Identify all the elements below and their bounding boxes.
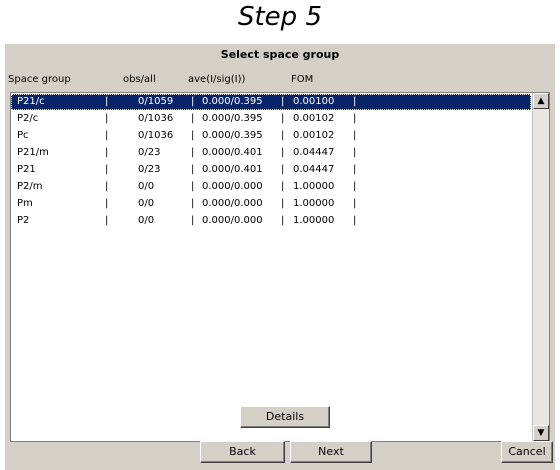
column-separator: | (353, 96, 357, 107)
column-separator: | (105, 113, 109, 124)
column-header-ave: ave(I/sig(I)) (188, 74, 246, 85)
cell-obs: 0/0 (138, 215, 155, 226)
cell-sg: P2/m (17, 181, 43, 192)
space-group-list[interactable]: P2 | 0/0 | 0.000/0.000 | 1.00000 | Pm | 0/0 | 0.000/… (10, 92, 550, 442)
cell-ave: 0.000/0.401 (202, 164, 263, 175)
column-separator: | (191, 198, 195, 209)
table-row[interactable]: P2/m | 0/0 | 0.000/0.000 | 1.00000 | (11, 179, 531, 195)
column-separator: | (105, 164, 109, 175)
cell-fom: 0.00102 (293, 113, 335, 124)
column-separator: | (353, 164, 357, 175)
table-row[interactable]: P2 | 0/0 | 0.000/0.000 | 1.00000 | (11, 213, 531, 229)
column-separator: | (191, 215, 195, 226)
select-space-group-dialog: Select space group Space group obs/all a… (5, 44, 555, 470)
cell-ave: 0.000/0.000 (202, 198, 263, 209)
column-header-fom: FOM (291, 74, 314, 85)
cell-sg: Pm (17, 198, 33, 209)
cell-fom: 1.00000 (293, 181, 335, 192)
column-separator: | (353, 147, 357, 158)
cell-sg: P2 (17, 215, 30, 226)
column-separator: | (191, 164, 195, 175)
column-separator: | (353, 215, 357, 226)
table-row[interactable]: Pm | 0/0 | 0.000/0.000 | 1.00000 | (11, 196, 531, 212)
cell-ave: 0.000/0.395 (202, 130, 263, 141)
column-separator: | (191, 147, 195, 158)
column-separator: | (105, 198, 109, 209)
cell-sg: Pc (17, 130, 29, 141)
cancel-button[interactable]: Cancel (501, 441, 553, 463)
dialog-title: Select space group (220, 48, 340, 61)
table-row[interactable]: P21/m | 0/23 | 0.000/0.401 | 0.04447 | (11, 145, 531, 161)
column-separator: | (105, 130, 109, 141)
column-separator: | (353, 181, 357, 192)
column-header-space-group: Space group (8, 74, 71, 85)
column-separator: | (105, 96, 109, 107)
column-separator: | (281, 130, 285, 141)
column-separator: | (281, 113, 285, 124)
column-separator: | (191, 181, 195, 192)
scroll-down-icon[interactable]: ▼ (533, 425, 549, 441)
cell-fom: 0.04447 (293, 164, 335, 175)
list-scrollbar[interactable]: ▲ ▼ (532, 93, 549, 441)
back-button[interactable]: Back (200, 441, 285, 463)
cell-obs: 0/0 (138, 198, 155, 209)
cell-sg: P21/c (17, 96, 45, 107)
cell-sg: P2/c (17, 113, 39, 124)
cell-sg: P21/m (17, 147, 49, 158)
next-button[interactable]: Next (290, 441, 372, 463)
column-separator: | (281, 164, 285, 175)
column-separator: | (353, 113, 357, 124)
cell-ave: 0.000/0.395 (202, 113, 263, 124)
cell-ave: 0.000/0.000 (202, 215, 263, 226)
column-separator: | (191, 113, 195, 124)
column-separator: | (105, 147, 109, 158)
column-separator: | (281, 96, 285, 107)
column-separator: | (281, 198, 285, 209)
column-separator: | (105, 215, 109, 226)
details-button[interactable]: Details (240, 406, 330, 428)
cell-ave: 0.000/0.401 (202, 147, 263, 158)
cell-fom: 0.04447 (293, 147, 335, 158)
cell-fom: 0.00102 (293, 130, 335, 141)
column-separator: | (191, 96, 195, 107)
cell-fom: 1.00000 (293, 215, 335, 226)
column-separator: | (105, 181, 109, 192)
table-row[interactable]: P21 | 0/23 | 0.000/0.401 | 0.04447 | (11, 162, 531, 178)
cell-sg: P21 (17, 164, 36, 175)
table-row[interactable]: P2/c | 0/1036 | 0.000/0.395 | 0.00102 | (11, 111, 531, 127)
column-header-obs-all: obs/all (123, 74, 156, 85)
scroll-up-icon[interactable]: ▲ (533, 93, 549, 109)
cell-obs: 0/1036 (138, 130, 174, 141)
cell-ave: 0.000/0.395 (202, 96, 263, 107)
cell-obs: 0/23 (138, 164, 161, 175)
cell-obs: 0/1059 (138, 96, 174, 107)
column-separator: | (353, 130, 357, 141)
column-separator: | (281, 181, 285, 192)
column-separator: | (281, 215, 285, 226)
column-separator: | (191, 130, 195, 141)
column-separator: | (353, 198, 357, 209)
column-separator: | (281, 147, 285, 158)
cell-fom: 1.00000 (293, 198, 335, 209)
cell-fom: 0.00100 (293, 96, 335, 107)
cell-obs: 0/0 (138, 181, 155, 192)
cell-obs: 0/1036 (138, 113, 174, 124)
cell-ave: 0.000/0.000 (202, 181, 263, 192)
table-row[interactable]: P21/c | 0/1059 | 0.000/0.395 | 0.00100 | (11, 94, 531, 110)
cell-obs: 0/23 (138, 147, 161, 158)
step-title: Step 5 (237, 2, 322, 32)
table-row[interactable]: Pc | 0/1036 | 0.000/0.395 | 0.00102 | (11, 128, 531, 144)
